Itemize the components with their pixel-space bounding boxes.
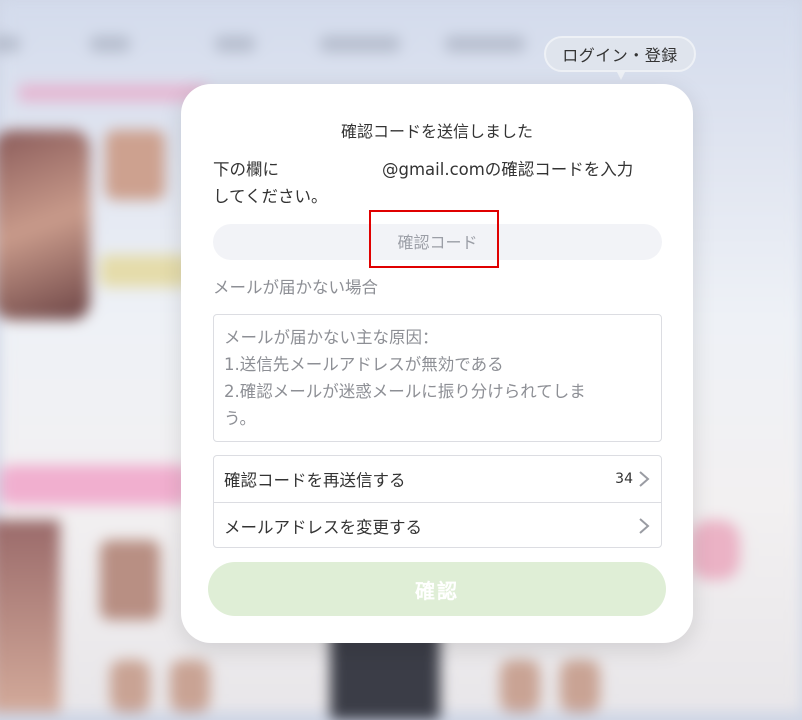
instruction-line2: してください。 bbox=[213, 187, 328, 206]
reasons-box: メールが届かない主な原因： 1.送信先メールアドレスが無効である 2.確認メール… bbox=[213, 314, 662, 442]
reason-line: 1.送信先メールアドレスが無効である bbox=[224, 355, 504, 374]
chevron-right-icon bbox=[639, 517, 650, 534]
dialog-title: 確認コードを送信しました bbox=[340, 122, 533, 141]
resend-code-button[interactable]: 確認コードを再送信する 34 bbox=[214, 456, 661, 502]
change-email-label: メールアドレスを変更する bbox=[224, 517, 422, 537]
change-email-button[interactable]: メールアドレスを変更する bbox=[214, 502, 661, 548]
reason-line: メールが届かない主な原因： bbox=[224, 328, 439, 347]
resend-code-label: 確認コードを再送信する bbox=[224, 471, 406, 490]
reason-line: 2.確認メールが迷惑メールに振り分けられてしま bbox=[224, 382, 586, 401]
not-received-label: メールが届かない場合 bbox=[213, 278, 378, 297]
masked-email-gap bbox=[279, 156, 382, 183]
login-register-label: ログイン・登録 bbox=[562, 46, 678, 65]
options-list: 確認コードを再送信する 34 メールアドレスを変更する bbox=[213, 455, 662, 548]
chevron-right-icon bbox=[639, 471, 650, 487]
instruction-prefix: 下の欄に bbox=[213, 160, 279, 179]
resend-countdown: 34 bbox=[615, 471, 633, 487]
instruction-text: 下の欄に @gmail.comの確認コードを入力 してください。 bbox=[213, 156, 663, 210]
verification-dialog: 確認コードを送信しました 下の欄に @gmail.comの確認コードを入力 して… bbox=[181, 84, 693, 643]
highlight-box bbox=[369, 210, 499, 268]
login-register-button[interactable]: ログイン・登録 bbox=[544, 36, 696, 80]
confirm-button[interactable]: 確認 bbox=[208, 562, 666, 616]
instruction-email-suffix: @gmail.comの確認コードを入力 bbox=[382, 160, 634, 179]
reason-line: う。 bbox=[224, 409, 257, 428]
